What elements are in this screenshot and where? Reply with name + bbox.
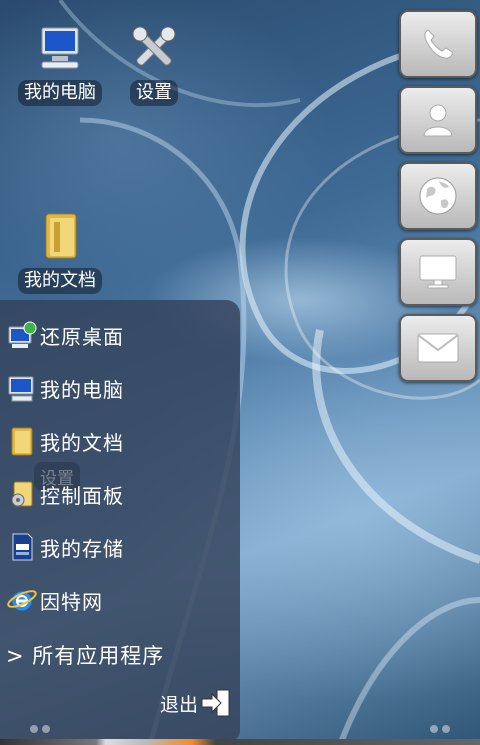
sd-card-icon (12, 533, 33, 561)
menu-item-label: 我的电脑 (40, 377, 124, 402)
folder-icon (45, 213, 77, 259)
exit-button[interactable]: 退出 (160, 688, 232, 718)
menu-page-indicator (30, 725, 50, 733)
desktop-icon-my-documents[interactable]: 我的文档 (12, 208, 108, 298)
page-indicator (430, 725, 450, 733)
menu-item-restore-desktop[interactable]: 还原桌面 (6, 313, 124, 357)
dock-mail-button[interactable] (399, 314, 477, 382)
desktop-icon-label: 设置 (130, 80, 178, 106)
restore-desktop-icon (8, 321, 37, 348)
menu-item-label: 还原桌面 (40, 324, 124, 349)
all-apps-button[interactable]: > 所有应用程序 (6, 640, 164, 670)
dock-display-button[interactable] (399, 238, 477, 306)
menu-item-internet[interactable]: 因特网 (6, 578, 103, 622)
phone-icon (424, 29, 453, 59)
exit-icon (201, 689, 230, 717)
settings-tools-icon (132, 26, 176, 66)
desktop-icon-label: 我的文档 (18, 268, 102, 294)
menu-item-label: 我的文档 (40, 430, 124, 455)
computer-icon (41, 27, 79, 69)
menu-item-my-storage[interactable]: 我的存储 (6, 525, 124, 569)
mail-icon (417, 333, 459, 363)
ie-browser-icon (7, 590, 37, 612)
start-menu: 设置 还原桌面 我的电脑 我的文档 控制面板 我的存储 因特网 > 所有应用程序… (0, 300, 240, 741)
dock-contacts-button[interactable] (399, 86, 477, 154)
control-panel-icon (11, 481, 33, 507)
desktop-icon-label: 我的电脑 (18, 80, 102, 106)
menu-item-my-computer[interactable]: 我的电脑 (6, 366, 124, 410)
dock-browser-button[interactable] (399, 162, 477, 230)
exit-label: 退出 (159, 693, 198, 716)
dock (399, 10, 477, 390)
menu-item-label: 控制面板 (40, 483, 124, 508)
contact-icon (423, 104, 453, 137)
folder-icon (11, 427, 33, 456)
desktop-icon-settings[interactable]: 设置 (106, 20, 202, 110)
desktop-icon-my-computer[interactable]: 我的电脑 (12, 20, 108, 110)
dock-phone-button[interactable] (399, 10, 477, 78)
menu-item-my-documents[interactable]: 我的文档 (6, 419, 124, 463)
menu-item-label: 因特网 (40, 589, 103, 614)
monitor-icon (419, 255, 457, 289)
bottom-dock-strip (0, 739, 480, 745)
computer-icon (8, 376, 34, 402)
globe-icon (419, 177, 457, 215)
menu-item-label: 我的存储 (40, 536, 124, 561)
menu-item-control-panel[interactable]: 控制面板 (6, 472, 124, 516)
